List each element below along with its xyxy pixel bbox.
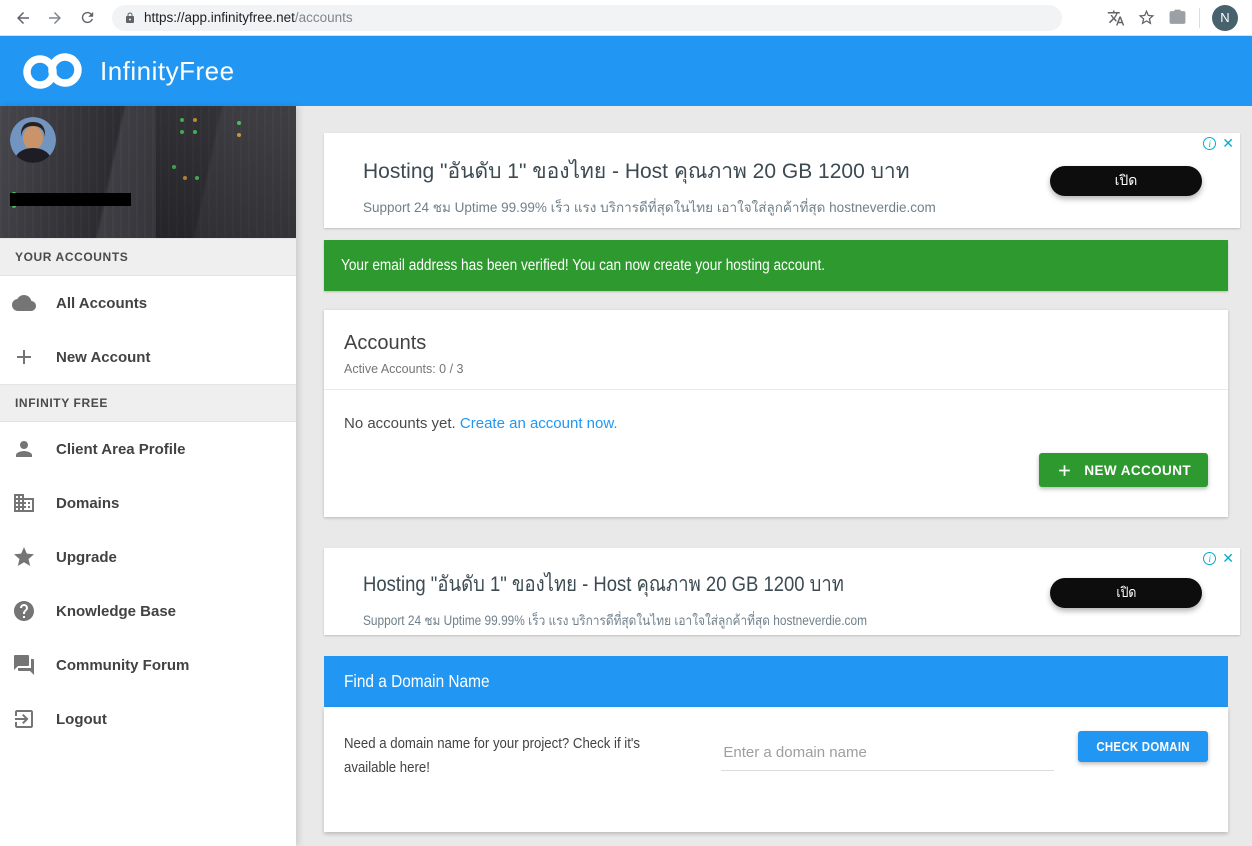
browser-chrome: https://app.infinityfree.net/accounts N (0, 0, 1252, 36)
sidebar-item-logout[interactable]: Logout (0, 692, 296, 746)
url-host: https://app.infinityfree.net (144, 10, 295, 25)
check-domain-button[interactable]: CHECK DOMAIN (1078, 731, 1208, 762)
sidebar-item-community-forum[interactable]: Community Forum (0, 638, 296, 692)
sidebar-item-label: All Accounts (56, 295, 147, 312)
back-button[interactable] (10, 5, 36, 31)
adchoices-info-icon[interactable]: i (1203, 552, 1216, 565)
ad-banner-bottom: Hosting "อันดับ 1" ของไทย - Host คุณภาพ … (324, 548, 1240, 635)
sidebar-item-label: Domains (56, 495, 119, 512)
active-accounts-count: Active Accounts: 0 / 3 (344, 362, 1208, 376)
sidebar-item-new-account[interactable]: New Account (0, 330, 296, 384)
accounts-card-actions: NEW ACCOUNT (324, 432, 1228, 487)
sidebar-item-label: New Account (56, 349, 150, 366)
forward-button[interactable] (42, 5, 68, 31)
sidebar-item-domains[interactable]: Domains (0, 476, 296, 530)
ad-headline-link[interactable]: Hosting "อันดับ 1" ของไทย - Host คุณภาพ … (363, 568, 844, 601)
new-account-button[interactable]: NEW ACCOUNT (1039, 453, 1208, 487)
forward-arrow-icon (46, 9, 64, 27)
help-icon (12, 599, 36, 623)
lock-icon (124, 12, 136, 24)
sidebar-item-label: Logout (56, 711, 107, 728)
brand-title[interactable]: InfinityFree (100, 56, 235, 87)
app-header: InfinityFree (0, 36, 1252, 106)
section-your-accounts: YOUR ACCOUNTS (0, 238, 296, 276)
sidebar-item-client-area-profile[interactable]: Client Area Profile (0, 422, 296, 476)
sidebar-item-label: Upgrade (56, 549, 117, 566)
find-domain-description-text: Need a domain name for your project? Che… (344, 732, 653, 780)
logout-icon (12, 707, 36, 731)
find-domain-description: Need a domain name for your project? Che… (344, 732, 695, 780)
url-bar[interactable]: https://app.infinityfree.net/accounts (112, 5, 1062, 31)
sidebar: YOUR ACCOUNTS All Accounts New Account I… (0, 106, 296, 846)
ad-badges: i ✕ (1203, 137, 1234, 150)
main-content: Hosting "อันดับ 1" ของไทย - Host คุณภาพ … (296, 106, 1252, 846)
sidebar-item-label: Client Area Profile (56, 441, 185, 458)
sidebar-item-label: Knowledge Base (56, 603, 176, 620)
ad-open-button-label: เปิด (1116, 582, 1136, 604)
ad-open-button[interactable]: เปิด (1050, 166, 1202, 196)
ad-banner-top: Hosting "อันดับ 1" ของไทย - Host คุณภาพ … (324, 133, 1240, 228)
domain-icon (12, 491, 36, 515)
user-avatar (10, 117, 56, 163)
sidebar-item-label: Community Forum (56, 657, 189, 674)
translate-icon[interactable] (1107, 9, 1125, 27)
accounts-card-header: Accounts Active Accounts: 0 / 3 (324, 310, 1228, 390)
sidebar-filler (0, 746, 296, 846)
star-icon (12, 545, 36, 569)
find-domain-header: Find a Domain Name (324, 656, 1228, 707)
user-photo (10, 117, 56, 163)
sidebar-item-all-accounts[interactable]: All Accounts (0, 276, 296, 330)
adchoices-info-icon[interactable]: i (1203, 137, 1216, 150)
reload-icon (79, 9, 96, 26)
email-verified-banner: Your email address has been verified! Yo… (324, 240, 1228, 291)
url-path: /accounts (295, 10, 353, 25)
create-account-link[interactable]: Create an account now. (460, 415, 618, 432)
banner-message: Your email address has been verified! Yo… (341, 257, 825, 275)
accounts-title: Accounts (344, 332, 1208, 355)
find-domain-body: Need a domain name for your project? Che… (324, 707, 1228, 832)
infinityfree-logo-icon[interactable] (20, 48, 86, 94)
chrome-divider (1199, 8, 1200, 28)
plus-icon (1056, 462, 1073, 479)
ad-badges: i ✕ (1203, 552, 1234, 565)
bookmark-star-icon[interactable] (1137, 8, 1156, 27)
plus-icon (12, 345, 36, 369)
url-text: https://app.infinityfree.net/accounts (144, 10, 353, 25)
domain-name-input[interactable] (721, 740, 1053, 771)
find-domain-title: Find a Domain Name (344, 671, 490, 692)
find-domain-card: Find a Domain Name Need a domain name fo… (324, 656, 1228, 832)
server-led-decoration (180, 118, 184, 122)
section-infinity-free: INFINITY FREE (0, 384, 296, 422)
sidebar-item-knowledge-base[interactable]: Knowledge Base (0, 584, 296, 638)
sidebar-item-upgrade[interactable]: Upgrade (0, 530, 296, 584)
new-account-button-label: NEW ACCOUNT (1084, 463, 1191, 478)
sidebar-profile-header (0, 106, 296, 238)
camera-icon[interactable] (1168, 8, 1187, 27)
person-icon (12, 437, 36, 461)
accounts-card: Accounts Active Accounts: 0 / 3 No accou… (324, 310, 1228, 517)
ad-close-icon[interactable]: ✕ (1222, 552, 1234, 565)
empty-text: No accounts yet. (344, 415, 456, 432)
chrome-actions: N (1107, 5, 1242, 31)
browser-profile-avatar[interactable]: N (1212, 5, 1238, 31)
cloud-icon (12, 291, 36, 315)
ad-subtext: Support 24 ชม Uptime 99.99% เร็ว แรง บริ… (363, 609, 867, 631)
forum-icon (12, 653, 36, 677)
reload-button[interactable] (74, 5, 100, 31)
ad-close-icon[interactable]: ✕ (1222, 137, 1234, 150)
check-domain-button-label: CHECK DOMAIN (1096, 739, 1189, 754)
ad-open-button[interactable]: เปิด (1050, 578, 1202, 608)
ad-subtext: Support 24 ชม Uptime 99.99% เร็ว แรง บริ… (363, 196, 1240, 218)
accounts-empty-state: No accounts yet. Create an account now. (324, 390, 1228, 432)
username-redacted (10, 193, 131, 206)
back-arrow-icon (14, 9, 32, 27)
